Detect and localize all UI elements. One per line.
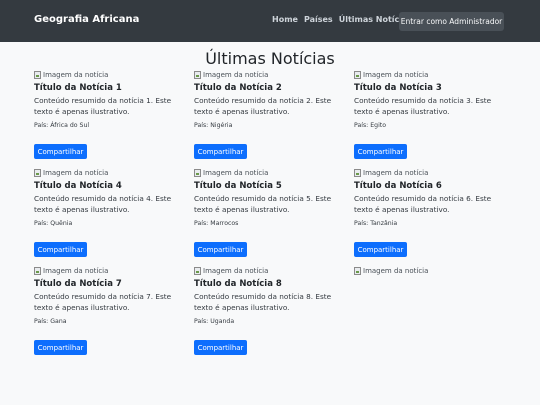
news-card: Imagem da notícia Título da Notícia 2 Co… [194, 70, 354, 168]
nav-link-home[interactable]: Home [272, 15, 298, 24]
broken-image-icon [354, 71, 361, 79]
news-image: Imagem da notícia [194, 168, 354, 178]
news-country: País: Uganda [194, 318, 235, 325]
news-country: País: Nigéria [194, 122, 233, 129]
news-image-alt: Imagem da notícia [43, 267, 109, 275]
news-title: Título da Notícia 8 [194, 279, 282, 289]
news-image-alt: Imagem da notícia [363, 169, 429, 177]
news-title: Título da Notícia 1 [34, 83, 122, 93]
broken-image-icon [194, 71, 201, 79]
share-button[interactable]: Compartilhar [354, 144, 407, 159]
broken-image-icon [354, 169, 361, 177]
top-navbar: Geografia Africana Home Países Últimas N… [0, 0, 540, 42]
broken-image-icon [194, 169, 201, 177]
news-image: Imagem da notícia [34, 266, 194, 276]
news-summary: Conteúdo resumido da notícia 3. Este tex… [354, 96, 492, 116]
nav-link-countries[interactable]: Países [304, 15, 333, 24]
news-card: Imagem da notícia Título da Notícia 4 Co… [34, 168, 194, 266]
news-grid: Imagem da notícia Título da Notícia 1 Co… [34, 70, 506, 364]
news-card: Imagem da notícia Título da Notícia 6 Co… [354, 168, 506, 266]
news-image: Imagem da notícia [194, 70, 354, 80]
news-image: Imagem da notícia [34, 70, 194, 80]
news-title: Título da Notícia 6 [354, 181, 442, 191]
news-country: País: Quênia [34, 220, 73, 227]
news-title: Título da Notícia 2 [194, 83, 282, 93]
news-image: Imagem da notícia [354, 266, 506, 276]
share-button[interactable]: Compartilhar [354, 242, 407, 257]
news-summary: Conteúdo resumido da notícia 7. Este tex… [34, 292, 172, 312]
nav-links: Home Países Últimas Notícias [272, 15, 412, 24]
news-country: País: Egito [354, 122, 387, 129]
news-image: Imagem da notícia [34, 168, 194, 178]
news-summary: Conteúdo resumido da notícia 4. Este tex… [34, 194, 172, 214]
news-country: País: Tanzânia [354, 220, 398, 227]
news-summary: Conteúdo resumido da notícia 8. Este tex… [194, 292, 332, 312]
news-image-alt: Imagem da notícia [203, 71, 269, 79]
news-card: Imagem da notícia Título da Notícia 5 Co… [194, 168, 354, 266]
news-image: Imagem da notícia [354, 168, 506, 178]
share-button[interactable]: Compartilhar [194, 242, 247, 257]
news-card: Imagem da notícia Título da Notícia 7 Co… [34, 266, 194, 364]
news-country: País: África do Sul [34, 122, 90, 129]
news-image-alt: Imagem da notícia [43, 169, 109, 177]
news-image-alt: Imagem da notícia [363, 71, 429, 79]
news-card: Imagem da notícia Título da Notícia 8 Co… [194, 266, 354, 364]
news-summary: Conteúdo resumido da notícia 6. Este tex… [354, 194, 492, 214]
broken-image-icon [34, 267, 41, 275]
broken-image-icon [34, 71, 41, 79]
news-card: Imagem da notícia Título da Notícia 1 Co… [34, 70, 194, 168]
news-title: Título da Notícia 3 [354, 83, 442, 93]
share-button[interactable]: Compartilhar [194, 340, 247, 355]
news-country: País: Marrocos [194, 220, 239, 227]
share-button[interactable]: Compartilhar [34, 242, 87, 257]
broken-image-icon [34, 169, 41, 177]
news-summary: Conteúdo resumido da notícia 2. Este tex… [194, 96, 332, 116]
news-card: Imagem da notícia Título da Notícia 3 Co… [354, 70, 506, 168]
news-image-alt: Imagem da notícia [203, 169, 269, 177]
news-image: Imagem da notícia [354, 70, 506, 80]
news-image-alt: Imagem da notícia [363, 267, 429, 275]
share-button[interactable]: Compartilhar [194, 144, 247, 159]
brand-title[interactable]: Geografia Africana [34, 14, 139, 25]
news-title: Título da Notícia 7 [34, 279, 122, 289]
news-card: Imagem da notícia [354, 266, 506, 364]
broken-image-icon [194, 267, 201, 275]
news-image-alt: Imagem da notícia [43, 71, 109, 79]
share-button[interactable]: Compartilhar [34, 340, 87, 355]
share-button[interactable]: Compartilhar [34, 144, 87, 159]
news-summary: Conteúdo resumido da notícia 1. Este tex… [34, 96, 172, 116]
news-title: Título da Notícia 5 [194, 181, 282, 191]
news-country: País: Gana [34, 318, 67, 325]
admin-login-button[interactable]: Entrar como Administrador [399, 12, 504, 31]
page-title: Últimas Notícias [205, 49, 335, 68]
news-summary: Conteúdo resumido da notícia 5. Este tex… [194, 194, 332, 214]
news-image: Imagem da notícia [194, 266, 354, 276]
broken-image-icon [354, 267, 361, 275]
news-image-alt: Imagem da notícia [203, 267, 269, 275]
news-title: Título da Notícia 4 [34, 181, 122, 191]
